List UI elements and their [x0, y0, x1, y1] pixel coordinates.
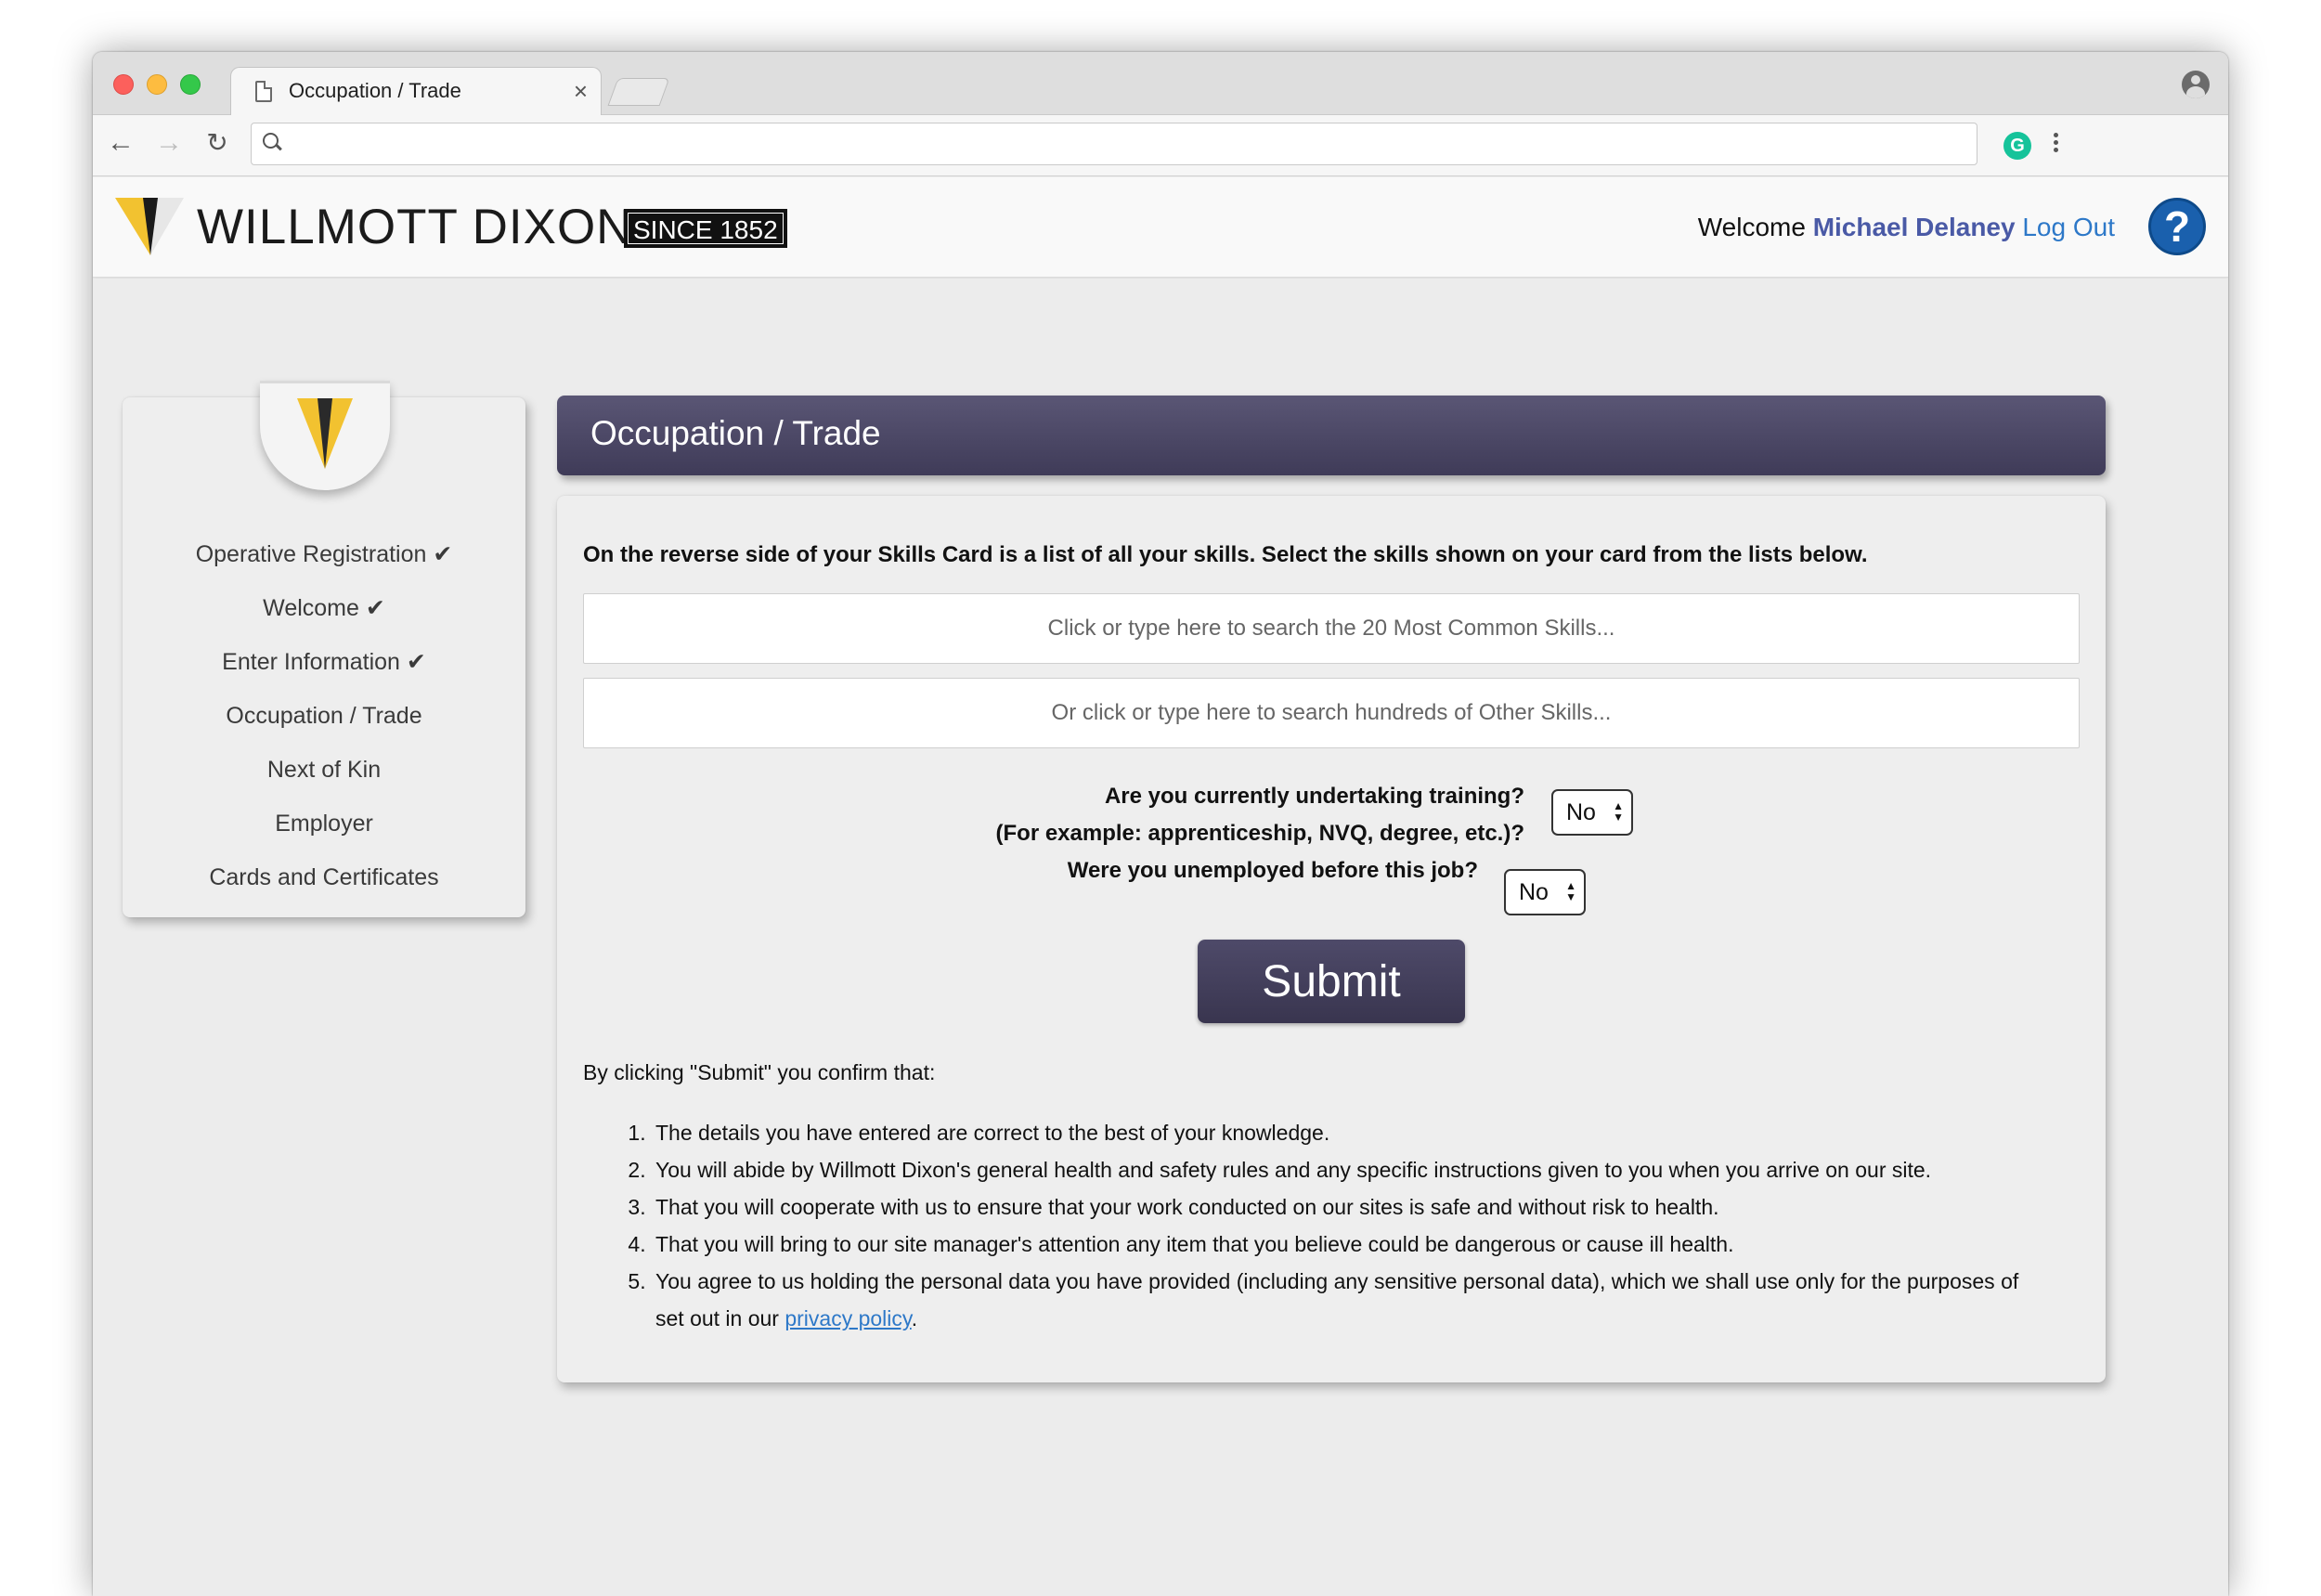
browser-toolbar: ← → ↻ G — [93, 115, 2228, 176]
page-title-bar: Occupation / Trade — [557, 396, 2106, 475]
list-item: The details you have entered are correct… — [652, 1114, 2052, 1151]
unemployed-select-value: No — [1519, 879, 1549, 905]
select-arrows-icon: ▲ ▼ — [1565, 879, 1576, 903]
training-question-line1: Are you currently undertaking training? — [1104, 784, 1524, 809]
page-content: Operative Registration ✔ Welcome ✔ Enter… — [93, 279, 2228, 1596]
browser-window: Occupation / Trade × ← → ↻ G WILLMOTT DI… — [93, 52, 2228, 1596]
confirm-intro: By clicking "Submit" you confirm that: — [583, 1060, 936, 1084]
document-icon — [255, 81, 272, 102]
willmott-dixon-logo-icon — [115, 198, 184, 255]
list-item: That you will cooperate with us to ensur… — [652, 1188, 2052, 1226]
privacy-policy-link[interactable]: privacy policy — [784, 1306, 911, 1330]
other-skills-search-input[interactable] — [583, 678, 2080, 748]
since-badge: SINCE 1852 — [624, 209, 787, 248]
occupation-form-card: On the reverse side of your Skills Card … — [557, 496, 2106, 1382]
back-button[interactable]: ← — [104, 126, 137, 160]
training-question: Are you currently undertaking training? … — [996, 778, 1524, 852]
skills-instructions: On the reverse side of your Skills Card … — [583, 542, 1868, 567]
list-item: You agree to us holding the personal dat… — [652, 1263, 2052, 1337]
sidebar-logo-badge — [260, 381, 390, 490]
welcome-text: Welcome — [1697, 213, 1806, 241]
new-tab-button[interactable] — [607, 78, 670, 106]
term5-end: . — [911, 1306, 918, 1330]
sidebar-item-employer[interactable]: Employer — [123, 797, 525, 850]
training-select-value: No — [1566, 799, 1596, 825]
maximize-window-button[interactable] — [180, 74, 201, 95]
unemployed-question: Were you unemployed before this job? — [1067, 858, 1478, 883]
sidebar-item-enter-information[interactable]: Enter Information ✔ — [123, 635, 525, 689]
progress-nav: Operative Registration ✔ Welcome ✔ Enter… — [123, 527, 525, 904]
training-question-line2: (For example: apprenticeship, NVQ, degre… — [995, 821, 1524, 846]
sidebar-item-next-of-kin[interactable]: Next of Kin — [123, 743, 525, 797]
profile-icon[interactable] — [2182, 71, 2210, 98]
list-item: You will abide by Willmott Dixon's gener… — [652, 1151, 2052, 1188]
user-name: Michael Delaney — [1812, 213, 2016, 241]
logo-icon — [297, 398, 353, 469]
brand-name: WILLMOTT DIXON — [197, 200, 633, 254]
browser-tab[interactable]: Occupation / Trade × — [230, 67, 602, 116]
sidebar: Operative Registration ✔ Welcome ✔ Enter… — [123, 381, 525, 917]
page-title: Occupation / Trade — [590, 414, 881, 452]
close-window-button[interactable] — [113, 74, 134, 95]
training-select[interactable]: No ▲ ▼ — [1551, 789, 1633, 836]
site-header: WILLMOTT DIXON SINCE 1852 Welcome Michae… — [93, 177, 2228, 278]
select-arrows-icon: ▲ ▼ — [1613, 799, 1624, 824]
tab-close-icon[interactable]: × — [574, 77, 588, 105]
submit-button[interactable]: Submit — [1198, 940, 1465, 1023]
common-skills-search-input[interactable] — [583, 593, 2080, 664]
sidebar-item-occupation-trade[interactable]: Occupation / Trade — [123, 689, 525, 743]
sidebar-item-welcome[interactable]: Welcome ✔ — [123, 581, 525, 635]
sidebar-item-operative-registration[interactable]: Operative Registration ✔ — [123, 527, 525, 581]
search-icon — [263, 133, 281, 151]
terms-list: The details you have entered are correct… — [622, 1114, 2052, 1337]
reload-button[interactable]: ↻ — [201, 126, 234, 160]
unemployed-select[interactable]: No ▲ ▼ — [1504, 869, 1586, 915]
grammarly-extension-icon[interactable]: G — [2003, 132, 2031, 160]
sidebar-item-cards-and-certificates[interactable]: Cards and Certificates — [123, 850, 525, 904]
minimize-window-button[interactable] — [147, 74, 167, 95]
list-item: That you will bring to our site manager'… — [652, 1226, 2052, 1263]
welcome-area: Welcome Michael Delaney Log Out — [1698, 213, 2115, 242]
browser-menu-icon[interactable] — [2050, 130, 2061, 162]
forward-button[interactable]: → — [152, 126, 186, 160]
help-button[interactable]: ? — [2148, 198, 2206, 255]
tab-strip: Occupation / Trade × — [93, 52, 2228, 116]
logout-link[interactable]: Log Out — [2022, 213, 2115, 241]
address-bar[interactable] — [251, 123, 1977, 165]
tab-title: Occupation / Trade — [289, 79, 461, 102]
